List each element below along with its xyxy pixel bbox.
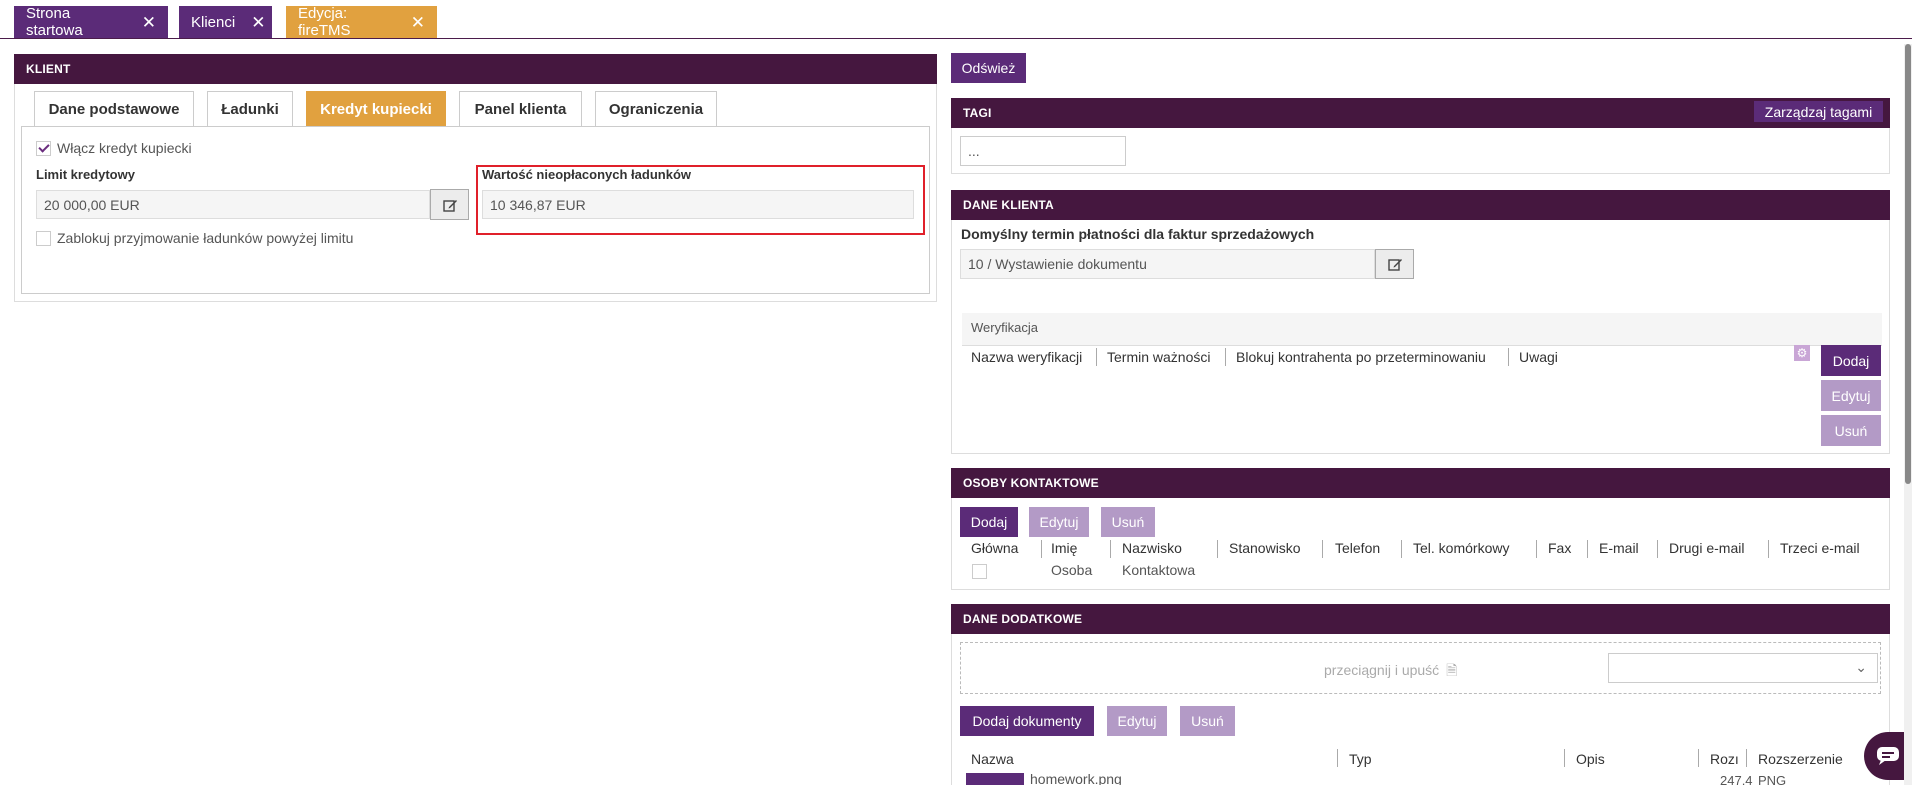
- column-header[interactable]: Nazwisko: [1122, 540, 1182, 556]
- edit-document-button[interactable]: Edytuj: [1107, 706, 1167, 736]
- refresh-button[interactable]: Odśwież: [951, 53, 1026, 83]
- highlight-box: [476, 165, 925, 235]
- tab-kredyt-kupiecki[interactable]: Kredyt kupiecki: [306, 91, 446, 126]
- column-header[interactable]: Nazwa weryfikacji: [971, 349, 1082, 365]
- column-separator: [1508, 348, 1509, 366]
- tab-dane-podstawowe[interactable]: Dane podstawowe: [34, 91, 194, 126]
- chat-icon: [1877, 747, 1899, 765]
- column-header[interactable]: Telefon: [1335, 540, 1380, 556]
- delete-contact-button[interactable]: Usuń: [1101, 507, 1155, 537]
- column-header[interactable]: Uwagi: [1519, 349, 1558, 365]
- column-separator: [1041, 540, 1042, 558]
- dropzone-label: przeciągnij i upuść 🗎: [1324, 662, 1458, 678]
- column-header[interactable]: Blokuj kontrahenta po przeterminowaniu: [1236, 349, 1486, 365]
- payment-term-label: Domyślny termin płatności dla faktur spr…: [961, 226, 1315, 242]
- column-header[interactable]: Termin ważności: [1107, 349, 1210, 365]
- column-separator: [1587, 540, 1588, 558]
- scrollbar-thumb[interactable]: [1905, 44, 1911, 484]
- file-name[interactable]: homework.png: [1030, 771, 1122, 785]
- column-separator: [1401, 540, 1402, 558]
- enable-credit-checkbox[interactable]: [36, 141, 51, 156]
- tab-ograniczenia[interactable]: Ograniczenia: [595, 91, 717, 126]
- column-header[interactable]: Rozı: [1710, 751, 1739, 767]
- contacts-title: OSOBY KONTAKTOWE: [951, 468, 1890, 498]
- column-header[interactable]: Nazwa: [971, 751, 1014, 767]
- column-separator: [1657, 540, 1658, 558]
- column-header[interactable]: Trzeci e-mail: [1780, 540, 1860, 556]
- column-separator: [1698, 749, 1699, 767]
- column-header[interactable]: Rozszerzenie: [1758, 751, 1843, 767]
- column-header[interactable]: Drugi e-mail: [1669, 540, 1744, 556]
- column-separator: [1322, 540, 1323, 558]
- top-tab-bar: Strona startowa ✕ Klienci ✕ Edycja: fire…: [0, 0, 1912, 39]
- gear-icon[interactable]: ⚙: [1794, 345, 1810, 361]
- manage-tags-button[interactable]: Zarządzaj tagami: [1754, 101, 1883, 122]
- column-separator: [1217, 540, 1218, 558]
- tab-strona-startowa[interactable]: Strona startowa ✕: [14, 5, 168, 39]
- add-verification-button[interactable]: Dodaj: [1821, 345, 1881, 376]
- column-header[interactable]: Główna: [971, 540, 1018, 556]
- enable-credit-label: Włącz kredyt kupiecki: [57, 140, 192, 156]
- edit-credit-limit-button[interactable]: [430, 189, 469, 220]
- file-icon: 🗎: [1446, 662, 1458, 678]
- column-separator: [1768, 540, 1769, 558]
- column-header[interactable]: Imię: [1051, 540, 1077, 556]
- extra-data-title: DANE DODATKOWE: [951, 604, 1890, 634]
- column-separator: [1564, 749, 1565, 767]
- file-size: 247,4: [1720, 773, 1753, 785]
- delete-verification-button[interactable]: Usuń: [1821, 415, 1881, 446]
- column-separator: [1096, 348, 1097, 366]
- column-header[interactable]: E-mail: [1599, 540, 1639, 556]
- edit-verification-button[interactable]: Edytuj: [1821, 380, 1881, 411]
- verification-header: [962, 313, 1882, 346]
- close-icon[interactable]: ✕: [411, 14, 425, 31]
- credit-limit-field[interactable]: 20 000,00 EUR: [36, 190, 430, 219]
- file-actions-icon[interactable]: [966, 773, 1024, 785]
- tab-ladunki[interactable]: Ładunki: [207, 91, 293, 126]
- add-documents-button[interactable]: Dodaj dokumenty: [960, 706, 1094, 736]
- edit-icon: [442, 199, 457, 212]
- column-header[interactable]: Fax: [1548, 540, 1571, 556]
- tab-edycja-firetms[interactable]: Edycja: fireTMS ✕: [286, 5, 437, 39]
- klient-panel-title: KLIENT: [14, 54, 937, 84]
- contact-first-name: Osoba: [1051, 562, 1093, 578]
- tab-panel-klienta[interactable]: Panel klienta: [459, 91, 582, 126]
- edit-payment-term-button[interactable]: [1375, 249, 1414, 279]
- verification-title: Weryfikacja: [971, 320, 1038, 335]
- block-over-limit-label: Zablokuj przyjmowanie ładunków powyżej l…: [57, 230, 354, 246]
- column-header[interactable]: Typ: [1349, 751, 1372, 767]
- chevron-down-icon: ⌄: [1855, 659, 1867, 675]
- tags-input[interactable]: ...: [960, 136, 1126, 166]
- add-contact-button[interactable]: Dodaj: [960, 507, 1018, 537]
- main-contact-checkbox[interactable]: [972, 564, 987, 579]
- contact-last-name: Kontaktowa: [1122, 562, 1196, 578]
- column-header[interactable]: Tel. komórkowy: [1413, 540, 1509, 556]
- column-header[interactable]: Opis: [1576, 751, 1605, 767]
- delete-document-button[interactable]: Usuń: [1180, 706, 1235, 736]
- column-separator: [1536, 540, 1537, 558]
- column-header[interactable]: Stanowisko: [1229, 540, 1301, 556]
- client-data-title: DANE KLIENTA: [951, 190, 1890, 220]
- close-icon[interactable]: ✕: [251, 14, 265, 31]
- column-separator: [1746, 749, 1747, 767]
- column-separator: [1337, 749, 1338, 767]
- tags-title: TAGI: [951, 98, 1890, 128]
- file-extension: PNG: [1758, 773, 1787, 785]
- payment-term-field[interactable]: 10 / Wystawienie dokumentu: [960, 249, 1375, 279]
- document-type-select[interactable]: ⌄: [1608, 653, 1878, 683]
- scrollbar[interactable]: [1904, 44, 1912, 785]
- column-separator: [1225, 348, 1226, 366]
- block-over-limit-checkbox[interactable]: [36, 231, 51, 246]
- tab-klienci[interactable]: Klienci ✕: [179, 6, 272, 38]
- edit-contact-button[interactable]: Edytuj: [1029, 507, 1089, 537]
- edit-icon: [1387, 259, 1402, 271]
- credit-limit-label: Limit kredytowy: [36, 167, 135, 182]
- close-icon[interactable]: ✕: [142, 14, 156, 31]
- column-separator: [1110, 540, 1111, 558]
